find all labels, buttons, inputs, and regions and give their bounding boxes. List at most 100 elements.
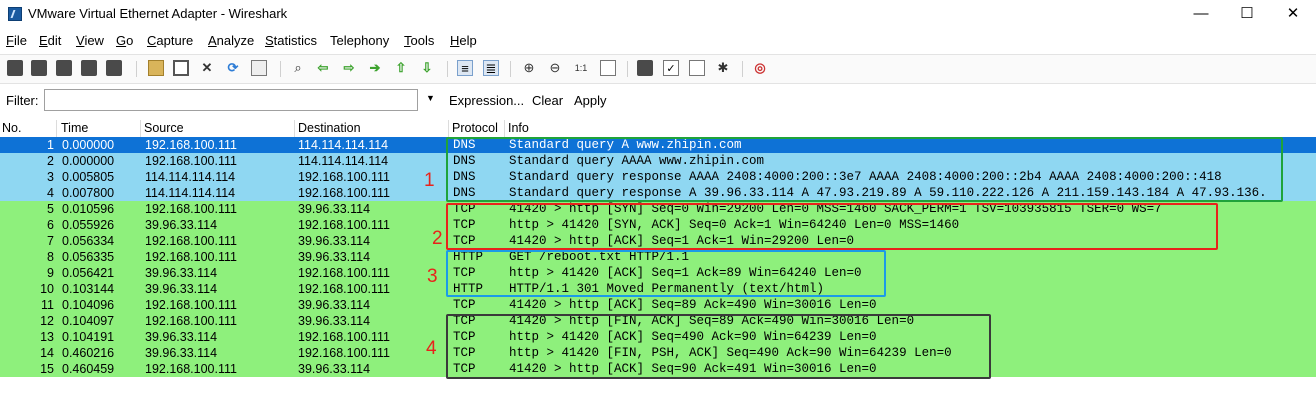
open-file-icon[interactable] [148, 60, 164, 76]
maximize-button[interactable]: ☐ [1224, 0, 1270, 30]
menu-telephony[interactable]: Telephony [330, 33, 389, 48]
column-header-time[interactable]: Time [61, 121, 88, 135]
menu-help[interactable]: Help [450, 33, 477, 48]
packet-protocol: TCP [453, 298, 476, 312]
annotation-label-2: 2 [432, 228, 443, 249]
packet-list-header: No. Time Source Destination Protocol Inf… [0, 120, 1316, 138]
packet-source: 192.168.100.111 [145, 314, 237, 328]
packet-destination: 192.168.100.111 [298, 330, 390, 344]
stop-capture-icon[interactable] [81, 60, 97, 76]
capture-filters-icon[interactable] [637, 60, 653, 76]
go-forward-icon[interactable]: ⇨ [341, 60, 357, 76]
minimize-button[interactable]: — [1178, 0, 1224, 30]
packet-destination: 192.168.100.111 [298, 266, 390, 280]
filter-bar: Filter: ▼ Expression... Clear Apply [0, 86, 1316, 116]
packet-time: 0.056334 [62, 234, 115, 248]
restart-capture-icon[interactable] [106, 60, 122, 76]
packet-source: 192.168.100.111 [145, 362, 237, 376]
packet-number: 6 [47, 218, 54, 232]
expression-button[interactable]: Expression... [449, 93, 524, 108]
packet-row[interactable]: 11 0.104096 192.168.100.111 39.96.33.114 TCP… [0, 297, 1316, 313]
packet-time: 0.103144 [62, 282, 115, 296]
capture-options-icon[interactable] [31, 60, 47, 76]
go-last-icon[interactable]: ⇩ [419, 60, 435, 76]
menu-capture[interactable]: Capture [147, 33, 193, 48]
packet-time: 0.056421 [62, 266, 115, 280]
packet-info: 41420 > http [ACK] Seq=89 Ack=490 Win=30… [509, 298, 877, 312]
packet-number: 9 [47, 266, 54, 280]
column-header-no[interactable]: No. [2, 121, 21, 135]
annotation-box-4 [446, 314, 991, 379]
title-bar: VMware Virtual Ethernet Adapter - Wiresh… [0, 0, 1316, 30]
packet-time: 0.460216 [62, 346, 115, 360]
packet-source: 192.168.100.111 [145, 298, 237, 312]
find-packet-icon[interactable]: ⌕ [290, 60, 306, 76]
display-filters-icon[interactable]: ✓ [663, 60, 679, 76]
column-header-protocol[interactable]: Protocol [452, 121, 498, 135]
packet-number: 8 [47, 250, 54, 264]
window-title: VMware Virtual Ethernet Adapter - Wiresh… [28, 6, 288, 21]
annotation-label-1: 1 [424, 170, 435, 191]
annotation-box-3 [446, 250, 886, 297]
help-icon[interactable]: ◎ [752, 60, 768, 76]
interface-list-icon[interactable] [7, 60, 23, 76]
packet-number: 12 [40, 314, 54, 328]
menu-bar: File Edit View Go Capture Analyze Statis… [0, 30, 1316, 52]
reload-icon[interactable]: ⟳ [225, 60, 241, 76]
packet-source: 192.168.100.111 [145, 250, 237, 264]
apply-button[interactable]: Apply [574, 93, 607, 108]
start-capture-icon[interactable] [56, 60, 72, 76]
go-to-packet-icon[interactable]: ➔ [367, 60, 383, 76]
packet-destination: 192.168.100.111 [298, 170, 390, 184]
clear-button[interactable]: Clear [532, 93, 563, 108]
packet-number: 5 [47, 202, 54, 216]
packet-time: 0.460459 [62, 362, 115, 376]
menu-analyze[interactable]: Analyze [208, 33, 254, 48]
main-toolbar: ✕ ⟳ ⌕ ⇦ ⇨ ➔ ⇧ ⇩ ≡ ≣ ⊕ ⊖ 1:1 ✓ ✱ ◎ [0, 54, 1316, 84]
packet-source: 114.114.114.114 [145, 186, 236, 200]
filter-label: Filter: [6, 93, 39, 108]
go-back-icon[interactable]: ⇦ [315, 60, 331, 76]
filter-input[interactable] [44, 89, 418, 111]
annotation-box-1 [446, 137, 1283, 202]
packet-destination: 39.96.33.114 [298, 250, 371, 264]
packet-number: 7 [47, 234, 54, 248]
column-header-info[interactable]: Info [508, 121, 529, 135]
chevron-down-icon[interactable]: ▼ [426, 93, 435, 103]
menu-edit[interactable]: Edit [39, 33, 61, 48]
packet-time: 0.007800 [62, 186, 115, 200]
zoom-out-icon[interactable]: ⊖ [547, 60, 563, 76]
go-first-icon[interactable]: ⇧ [393, 60, 409, 76]
auto-scroll-icon[interactable]: ≣ [483, 60, 499, 76]
annotation-label-3: 3 [427, 266, 438, 287]
packet-destination: 39.96.33.114 [298, 202, 371, 216]
coloring-rules-icon[interactable] [689, 60, 705, 76]
normal-size-icon[interactable]: 1:1 [573, 60, 589, 76]
column-header-destination[interactable]: Destination [298, 121, 361, 135]
packet-time: 0.055926 [62, 218, 115, 232]
menu-view[interactable]: View [76, 33, 104, 48]
close-file-icon[interactable]: ✕ [199, 60, 215, 76]
print-icon[interactable] [251, 60, 267, 76]
colorize-icon[interactable]: ≡ [457, 60, 473, 76]
packet-source: 39.96.33.114 [145, 330, 218, 344]
packet-time: 0.005805 [62, 170, 115, 184]
annotation-box-2 [446, 203, 1218, 250]
packet-number: 14 [40, 346, 54, 360]
zoom-in-icon[interactable]: ⊕ [521, 60, 537, 76]
menu-statistics[interactable]: Statistics [265, 33, 317, 48]
resize-columns-icon[interactable] [600, 60, 616, 76]
save-file-icon[interactable] [173, 60, 189, 76]
menu-tools[interactable]: Tools [404, 33, 434, 48]
packet-source: 39.96.33.114 [145, 218, 218, 232]
menu-file[interactable]: File [6, 33, 27, 48]
packet-destination: 192.168.100.111 [298, 186, 390, 200]
column-header-source[interactable]: Source [144, 121, 184, 135]
packet-destination: 114.114.114.114 [298, 154, 389, 168]
packet-time: 0.104096 [62, 298, 115, 312]
close-button[interactable]: ✕ [1270, 0, 1316, 30]
packet-destination: 39.96.33.114 [298, 362, 371, 376]
preferences-icon[interactable]: ✱ [715, 60, 731, 76]
packet-destination: 39.96.33.114 [298, 298, 371, 312]
menu-go[interactable]: Go [116, 33, 133, 48]
